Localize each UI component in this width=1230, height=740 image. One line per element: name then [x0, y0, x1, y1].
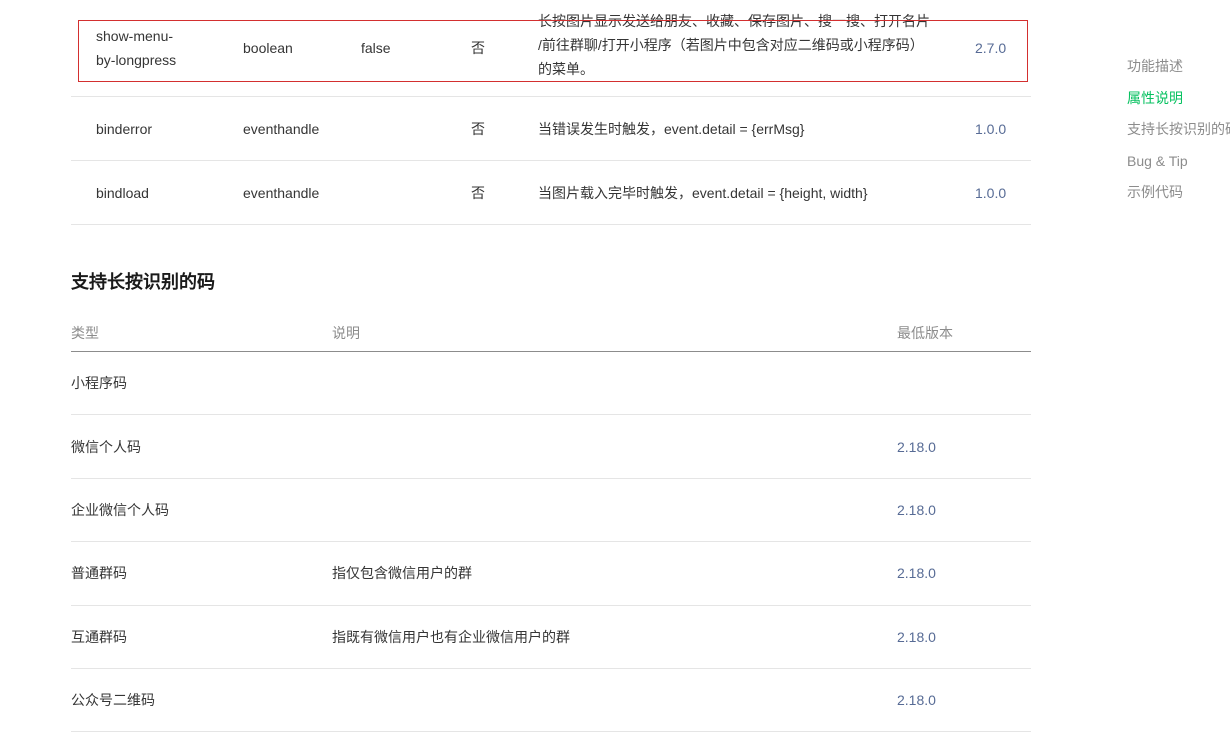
attributes-table: show-menu- by-longpress boolean false 否 … [71, 0, 1031, 225]
attr-name-line: show-menu- [96, 27, 174, 44]
code-type: 企业微信个人码 [71, 501, 169, 518]
toc-item-feature-desc[interactable]: 功能描述 [1127, 55, 1230, 87]
table-row: 企业微信个人码 2.18.0 [71, 479, 1031, 543]
attr-name: binderror [96, 120, 153, 137]
attr-default: false [361, 39, 391, 56]
toc-item-example-code[interactable]: 示例代码 [1127, 181, 1230, 213]
toc-item-bug-tip[interactable]: Bug & Tip [1127, 150, 1230, 182]
table-header: 类型 说明 最低版本 [71, 315, 1031, 352]
table-row: show-menu- by-longpress boolean false 否 … [71, 0, 1031, 97]
code-version: 2.18.0 [897, 438, 936, 455]
attr-description-line: 长按图片显示发送给朋友、收藏、保存图片、搜一搜、打开名片 [538, 13, 930, 29]
code-type: 普通群码 [71, 565, 127, 582]
codes-table: 类型 说明 最低版本 小程序码 微信个人码 2.18.0 企业微信个人码 2.1… [71, 315, 1031, 733]
attr-required: 否 [471, 120, 485, 137]
column-header-version: 最低版本 [897, 325, 953, 341]
code-version: 2.18.0 [897, 628, 936, 645]
table-row: 微信个人码 2.18.0 [71, 415, 1031, 479]
code-type: 公众号二维码 [71, 692, 155, 709]
attr-name-line: by-longpress [96, 51, 177, 68]
attr-required: 否 [471, 39, 485, 56]
table-row: 公众号二维码 2.18.0 [71, 669, 1031, 733]
toc-item-long-press-codes[interactable]: 支持长按识别的码 [1127, 118, 1230, 150]
attr-name: show-menu- by-longpress [71, 24, 243, 72]
attr-version: 1.0.0 [975, 120, 1007, 137]
code-version: 2.18.0 [897, 565, 936, 582]
code-desc: 指既有微信用户也有企业微信用户的群 [332, 628, 570, 645]
attr-type: boolean [243, 39, 293, 56]
attr-description: 当错误发生时触发，event.detail = {errMsg} [538, 120, 805, 137]
attr-type: eventhandle [243, 120, 320, 137]
code-type: 互通群码 [71, 628, 127, 645]
table-row: binderror eventhandle 否 当错误发生时触发，event.d… [71, 97, 1031, 161]
column-header-desc: 说明 [332, 325, 360, 341]
code-version: 2.18.0 [897, 501, 936, 518]
table-row: bindload eventhandle 否 当图片载入完毕时触发，event.… [71, 161, 1031, 225]
attr-version: 2.7.0 [975, 39, 1007, 56]
attr-description: 当图片载入完毕时触发，event.detail = {height, width… [538, 184, 868, 201]
main-content: show-menu- by-longpress boolean false 否 … [71, 0, 1031, 733]
attr-description-line: 的菜单。 [538, 61, 594, 77]
attr-type: eventhandle [243, 184, 320, 201]
table-row: 小程序码 [71, 352, 1031, 416]
section-title: 支持长按识别的码 [71, 272, 215, 292]
attr-description-line: /前往群聊/打开小程序（若图片中包含对应二维码或小程序码） [538, 37, 924, 53]
code-version: 2.18.0 [897, 692, 936, 709]
code-desc: 指仅包含微信用户的群 [332, 565, 472, 582]
attr-version: 1.0.0 [975, 184, 1007, 201]
code-type: 微信个人码 [71, 438, 141, 455]
code-type: 小程序码 [71, 375, 127, 392]
attr-required: 否 [471, 184, 485, 201]
table-of-contents: 功能描述 属性说明 支持长按识别的码 Bug & Tip 示例代码 [1127, 55, 1230, 213]
attr-name: bindload [96, 184, 149, 201]
table-row: 互通群码 指既有微信用户也有企业微信用户的群 2.18.0 [71, 606, 1031, 669]
attr-description: 长按图片显示发送给朋友、收藏、保存图片、搜一搜、打开名片 /前往群聊/打开小程序… [538, 0, 975, 81]
table-row: 普通群码 指仅包含微信用户的群 2.18.0 [71, 542, 1031, 606]
toc-item-attributes[interactable]: 属性说明 [1127, 87, 1230, 119]
column-header-type: 类型 [71, 325, 99, 341]
